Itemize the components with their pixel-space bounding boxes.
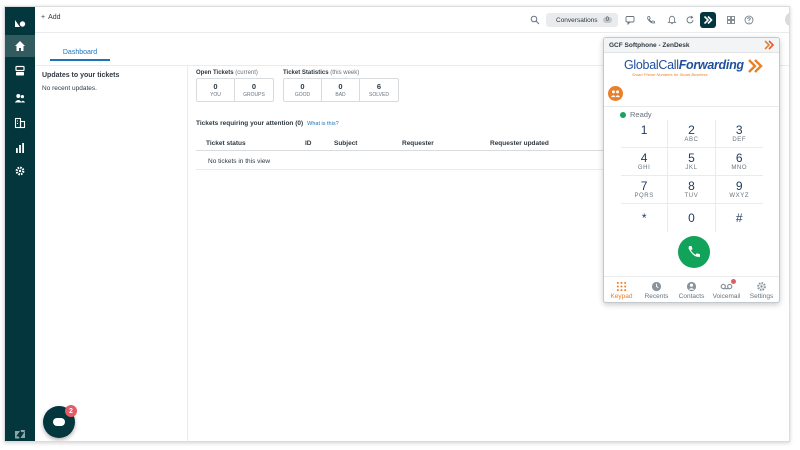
column-ticket-status[interactable]: Ticket status — [206, 140, 246, 147]
admin-gear-icon[interactable] — [5, 160, 35, 182]
column-id[interactable]: ID — [305, 140, 312, 147]
brand-arrows-icon — [748, 59, 763, 73]
attention-title: Tickets requiring your attention (0) What… — [196, 120, 339, 127]
reporting-icon[interactable] — [5, 137, 35, 159]
key-6[interactable]: 6 MNO — [716, 148, 763, 175]
phone-handset-icon — [688, 246, 700, 257]
clock-icon — [639, 280, 674, 293]
stat-open-groups[interactable]: 0 GROUPS — [235, 79, 273, 101]
app-window: + Add Conversations 0 Dashboard Updates … — [4, 6, 790, 442]
add-button[interactable]: + Add — [41, 14, 61, 21]
updates-empty-text: No recent updates. — [42, 85, 97, 92]
updates-panel: Updates to your tickets No recent update… — [35, 66, 188, 441]
key-star[interactable]: * — [621, 204, 669, 232]
stat-bad[interactable]: 0 BAD — [322, 79, 360, 101]
tab-keypad[interactable]: Keypad — [604, 277, 639, 302]
phone-icon[interactable] — [644, 13, 658, 27]
contact-icon — [674, 280, 709, 293]
tab-contacts[interactable]: Contacts — [674, 277, 709, 302]
tab-settings[interactable]: Settings — [744, 277, 779, 302]
zendesk-product-icon[interactable] — [5, 423, 35, 441]
gcf-chevron-icon — [764, 40, 775, 52]
conversations-count: 0 — [602, 17, 612, 23]
stat-good[interactable]: 0 GOOD — [284, 79, 322, 101]
key-hash[interactable]: # — [716, 204, 763, 232]
home-icon[interactable] — [5, 35, 35, 57]
key-1[interactable]: 1 — [621, 120, 669, 147]
settings-gear-icon — [744, 280, 779, 293]
search-icon[interactable] — [528, 13, 542, 27]
customers-icon[interactable] — [5, 87, 35, 109]
updates-title: Updates to your tickets — [42, 72, 120, 79]
conversations-button[interactable]: Conversations 0 — [546, 13, 618, 27]
left-nav — [5, 7, 35, 441]
tab-voicemail[interactable]: Voicemail — [709, 277, 744, 302]
tab-recents[interactable]: Recents — [639, 277, 674, 302]
key-0[interactable]: 0 — [668, 204, 716, 232]
softphone-panel: GCF Softphone - ZenDesk GlobalCallForwar… — [603, 37, 780, 303]
products-grid-icon[interactable] — [724, 13, 738, 27]
chat-notification-badge: 2 — [65, 405, 77, 417]
user-avatar[interactable] — [785, 12, 789, 27]
key-7[interactable]: 7 PQRS — [621, 176, 669, 203]
column-subject[interactable]: Subject — [334, 140, 357, 147]
status-dot-icon — [620, 111, 626, 118]
column-requester[interactable]: Requester — [402, 140, 434, 147]
softphone-header: GCF Softphone - ZenDesk — [604, 38, 779, 53]
stat-open-you[interactable]: 0 YOU — [197, 79, 235, 101]
key-9[interactable]: 9 WXYZ — [716, 176, 763, 203]
views-icon[interactable] — [5, 60, 35, 82]
table-header: Ticket status ID Subject Requester Reque… — [196, 135, 606, 151]
team-icon[interactable] — [608, 86, 623, 101]
key-3[interactable]: 3 DEF — [716, 120, 763, 147]
key-2[interactable]: 2 ABC — [668, 120, 716, 147]
tab-dashboard[interactable]: Dashboard — [50, 44, 110, 61]
chat-icon[interactable] — [623, 13, 637, 27]
plus-icon: + — [41, 14, 46, 21]
help-icon[interactable] — [742, 13, 756, 27]
organizations-icon[interactable] — [5, 112, 35, 134]
refresh-icon[interactable] — [683, 13, 697, 27]
table-empty-row: No tickets in this view — [196, 152, 606, 170]
open-tickets-stats: Open Tickets (current) 0 YOU 0 GROUPS — [196, 70, 274, 102]
column-requester-updated[interactable]: Requester updated — [490, 140, 549, 147]
ticket-statistics: Ticket Statistics (this week) 0 GOOD 0 B… — [283, 70, 399, 102]
softphone-tabs: Keypad Recents Contacts Voicemail Settin… — [604, 276, 779, 302]
what-is-this-link[interactable]: What is this? — [307, 121, 338, 127]
voicemail-badge — [731, 279, 736, 284]
call-button[interactable] — [678, 236, 710, 268]
dial-keypad: 1 2 ABC 3 DEF 4 GHI 5 JKL 6 MNO 7 PQRS 8 TUV 9W… — [621, 120, 763, 232]
chat-bubble-icon — [53, 418, 65, 426]
key-5[interactable]: 5 JKL — [668, 148, 716, 175]
gcf-softphone-app-icon[interactable] — [700, 12, 716, 28]
top-header: + Add Conversations 0 — [35, 7, 789, 33]
globalcallforwarding-logo: GlobalCallForwarding Smart Phone Numbers… — [624, 58, 764, 80]
voicemail-icon — [709, 280, 744, 293]
key-8[interactable]: 8 TUV — [668, 176, 716, 203]
keypad-icon — [604, 280, 639, 293]
agent-status[interactable]: Ready — [620, 110, 652, 119]
notifications-bell-icon[interactable] — [665, 13, 679, 27]
key-4[interactable]: 4 GHI — [621, 148, 669, 175]
stat-solved[interactable]: 6 SOLVED — [360, 79, 398, 101]
zendesk-logo-icon[interactable] — [5, 11, 35, 33]
